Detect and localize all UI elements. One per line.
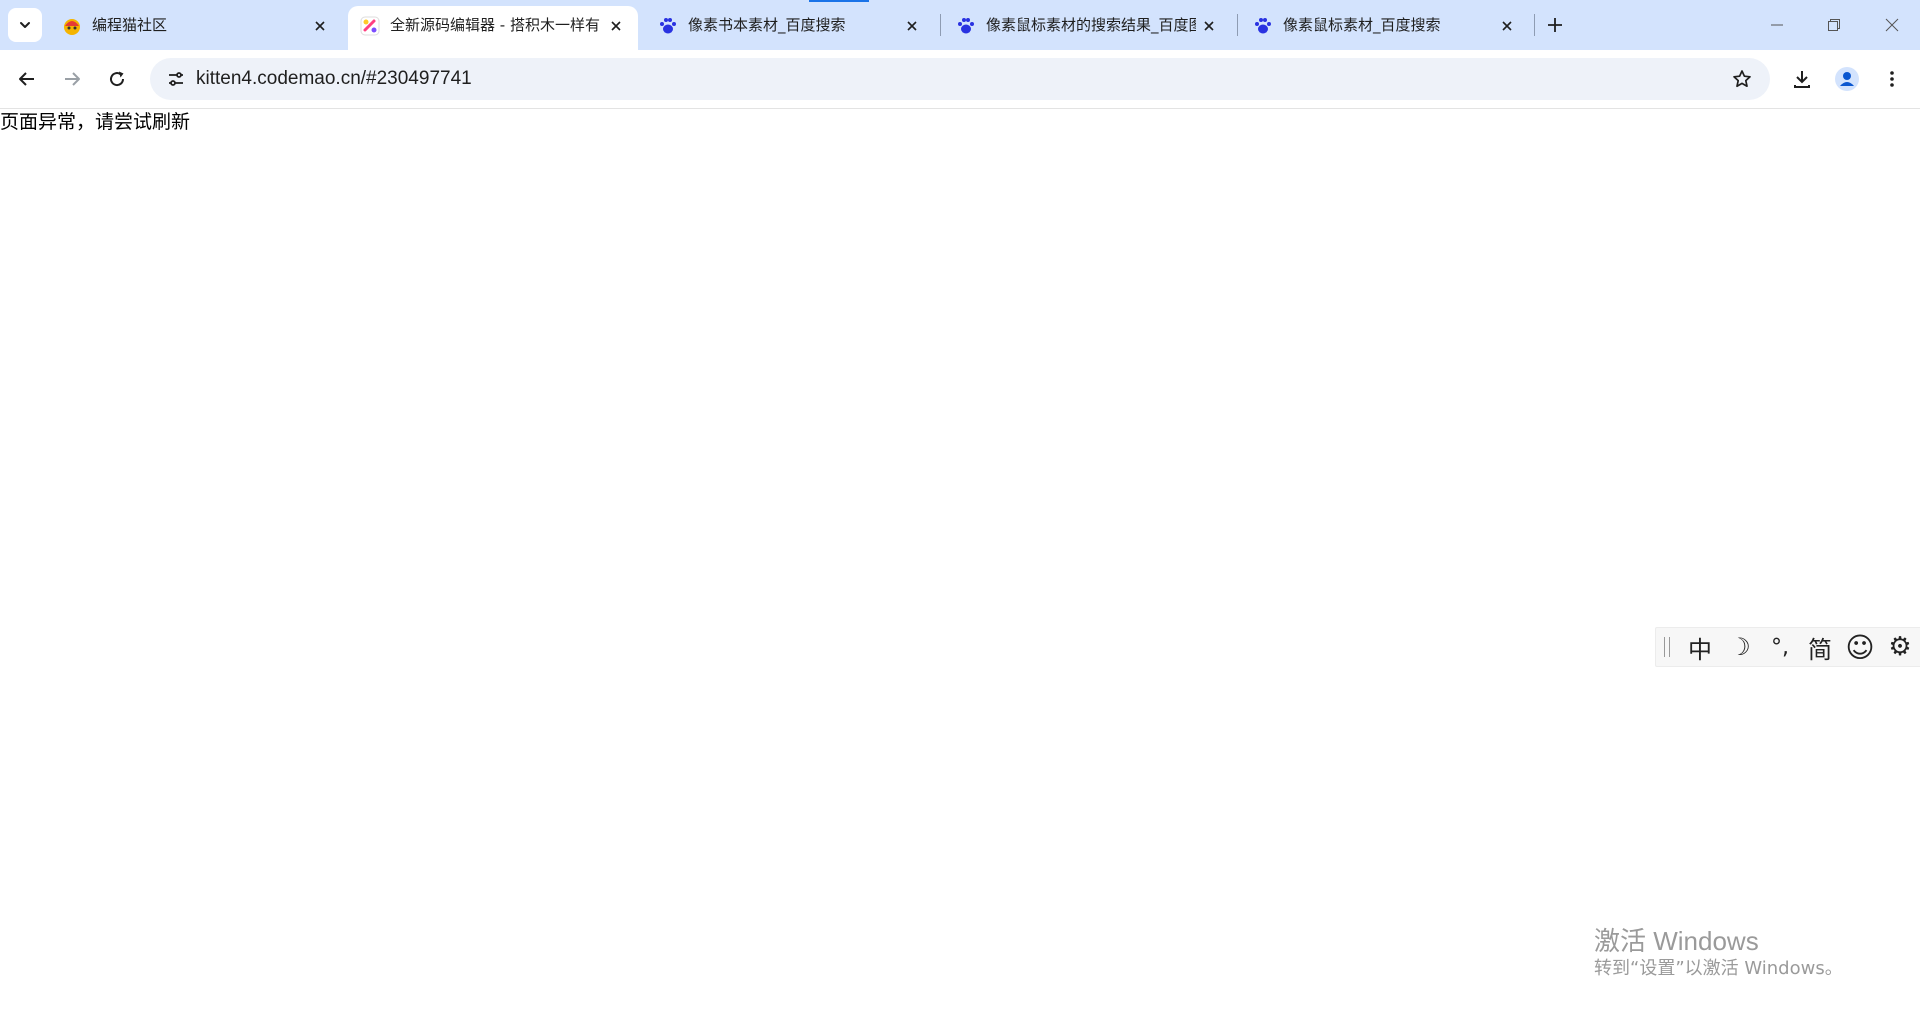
- browser-toolbar: kitten4.codemao.cn/#230497741: [0, 50, 1920, 109]
- url-text[interactable]: kitten4.codemao.cn/#230497741: [196, 69, 472, 89]
- tab-title: 像素鼠标素材的搜索结果_百度图: [986, 16, 1196, 34]
- downloads-button[interactable]: [1786, 63, 1818, 95]
- arrow-left-icon: [19, 72, 34, 86]
- close-icon[interactable]: [607, 17, 625, 35]
- bookmark-button[interactable]: [1726, 63, 1758, 95]
- gear-icon[interactable]: ⚙: [1880, 630, 1920, 664]
- forward-button[interactable]: [56, 63, 88, 95]
- simplified-toggle[interactable]: 简: [1800, 630, 1840, 664]
- arrow-right-icon: [65, 72, 80, 86]
- close-icon: [1885, 18, 1899, 32]
- tab-baidu-pixel-mouse[interactable]: 像素鼠标素材_百度搜索: [1241, 6, 1531, 44]
- minimize-icon: [1771, 24, 1783, 26]
- tab-kitten-editor[interactable]: 全新源码编辑器 - 搭积木一样有: [348, 6, 638, 50]
- back-button[interactable]: [11, 63, 43, 95]
- close-window-button[interactable]: [1864, 0, 1920, 50]
- codemao-community-icon: [64, 19, 80, 35]
- emoji-icon[interactable]: ☺: [1840, 630, 1880, 664]
- menu-button[interactable]: [1876, 63, 1908, 95]
- restore-icon: [1828, 19, 1840, 31]
- tab-separator: [940, 14, 941, 36]
- baidu-paw-icon: [1255, 18, 1271, 34]
- tab-title: 编程猫社区: [92, 16, 168, 34]
- star-icon: [1733, 70, 1751, 88]
- loading-indicator: [809, 0, 869, 2]
- ime-mode-toggle[interactable]: 中: [1680, 630, 1720, 664]
- tune-icon: [169, 72, 183, 86]
- page-error-message: 页面异常，请尝试刷新: [0, 111, 191, 133]
- activate-windows-title: 激活 Windows: [1594, 926, 1759, 956]
- baidu-paw-icon: [958, 18, 974, 34]
- close-icon[interactable]: [903, 17, 921, 35]
- drag-handle[interactable]: [1664, 637, 1670, 657]
- ime-toolbar: 中 ☽ °, 简 ☺ ⚙: [1655, 627, 1920, 667]
- close-icon[interactable]: [311, 17, 329, 35]
- new-tab-button[interactable]: [1542, 12, 1568, 38]
- close-icon[interactable]: [1200, 17, 1218, 35]
- address-bar[interactable]: kitten4.codemao.cn/#230497741: [150, 58, 1770, 100]
- restore-button[interactable]: [1806, 0, 1862, 50]
- chevron-down-icon: [20, 22, 30, 28]
- tab-codemao-community[interactable]: 编程猫社区: [50, 6, 340, 44]
- minimize-button[interactable]: [1749, 0, 1805, 50]
- tab-title: 像素鼠标素材_百度搜索: [1283, 16, 1441, 34]
- tab-separator: [1534, 14, 1535, 36]
- download-icon: [1794, 71, 1810, 88]
- moon-icon[interactable]: ☽: [1720, 630, 1760, 664]
- reload-icon: [110, 71, 125, 87]
- profile-button[interactable]: [1831, 63, 1863, 95]
- tab-search-button[interactable]: [8, 8, 42, 42]
- more-vert-icon: [1890, 71, 1894, 87]
- tab-title: 全新源码编辑器 - 搭积木一样有: [390, 16, 600, 34]
- tab-title: 像素书本素材_百度搜索: [688, 16, 846, 34]
- baidu-paw-icon: [660, 18, 676, 34]
- tab-baidu-pixel-book[interactable]: 像素书本素材_百度搜索: [646, 6, 936, 44]
- tab-separator: [1237, 14, 1238, 36]
- kitten-editor-icon: [360, 16, 380, 36]
- activate-windows-subtitle: 转到“设置”以激活 Windows。: [1594, 958, 1843, 979]
- site-info-button[interactable]: [160, 63, 192, 95]
- tab-baidu-pixel-mouse-images[interactable]: 像素鼠标素材的搜索结果_百度图: [944, 6, 1234, 44]
- avatar-icon: [1835, 67, 1859, 91]
- reload-button[interactable]: [101, 63, 133, 95]
- close-icon[interactable]: [1498, 17, 1516, 35]
- punctuation-toggle[interactable]: °,: [1760, 630, 1800, 664]
- plus-icon: [1548, 18, 1562, 32]
- tab-strip: 编程猫社区 全新源码编辑器 - 搭积木一样有 像素书本素材_百度搜索 像素鼠标素…: [0, 0, 1920, 50]
